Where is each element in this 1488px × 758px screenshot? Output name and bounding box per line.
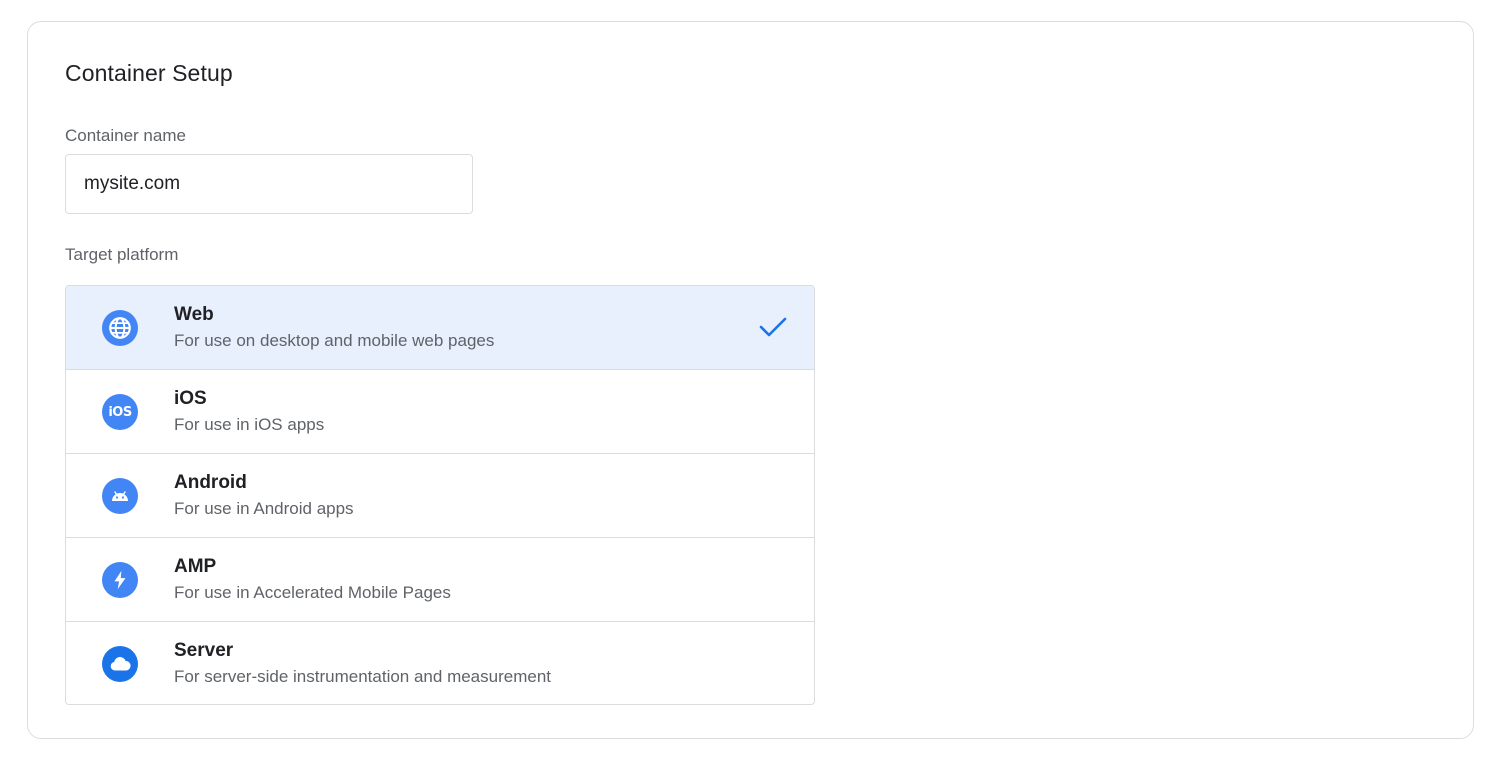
cloud-icon	[102, 646, 138, 682]
globe-icon	[102, 310, 138, 346]
container-name-input[interactable]	[65, 154, 473, 214]
platform-description: For use in iOS apps	[174, 415, 325, 434]
platform-option-web[interactable]: Web For use on desktop and mobile web pa…	[66, 286, 814, 369]
platform-option-amp[interactable]: AMP For use in Accelerated Mobile Pages	[66, 537, 814, 621]
checkmark-icon	[759, 317, 787, 337]
amp-bolt-icon	[102, 562, 138, 598]
platform-description: For server-side instrumentation and meas…	[174, 667, 551, 686]
platform-name: AMP	[174, 556, 217, 577]
target-platform-label: Target platform	[65, 245, 179, 264]
platform-option-android[interactable]: Android For use in Android apps	[66, 453, 814, 537]
page-title: Container Setup	[65, 60, 233, 86]
platform-list: Web For use on desktop and mobile web pa…	[65, 285, 815, 705]
platform-name: Server	[174, 640, 234, 661]
platform-option-server[interactable]: Server For server-side instrumentation a…	[66, 621, 814, 704]
platform-description: For use in Accelerated Mobile Pages	[174, 583, 451, 602]
platform-name: iOS	[174, 388, 207, 409]
platform-option-ios[interactable]: iOS iOS For use in iOS apps	[66, 369, 814, 453]
android-icon	[102, 478, 138, 514]
container-setup-card: Container Setup Container name Target pl…	[27, 21, 1474, 739]
platform-name: Web	[174, 304, 214, 325]
ios-icon: iOS	[102, 394, 138, 430]
platform-description: For use in Android apps	[174, 499, 354, 518]
platform-description: For use on desktop and mobile web pages	[174, 331, 495, 350]
ios-icon-text: iOS	[108, 404, 132, 420]
container-name-label: Container name	[65, 126, 186, 145]
platform-name: Android	[174, 472, 247, 493]
